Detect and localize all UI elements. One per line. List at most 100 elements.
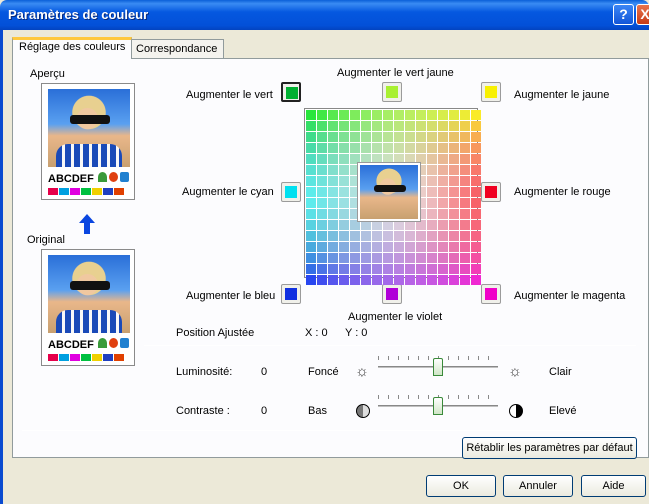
color-grid-cell[interactable] — [328, 110, 338, 120]
color-grid-cell[interactable] — [427, 209, 437, 219]
close-button[interactable]: X — [636, 4, 649, 25]
color-grid-cell[interactable] — [438, 275, 448, 285]
ok-button[interactable]: OK — [426, 475, 496, 497]
color-grid-cell[interactable] — [394, 253, 404, 263]
color-grid-cell[interactable] — [306, 143, 316, 153]
color-grid-cell[interactable] — [405, 143, 415, 153]
color-grid-cell[interactable] — [405, 264, 415, 274]
color-grid-cell[interactable] — [317, 132, 327, 142]
color-grid-cell[interactable] — [405, 253, 415, 263]
color-grid-cell[interactable] — [361, 220, 371, 230]
color-grid-cell[interactable] — [317, 187, 327, 197]
reset-defaults-button[interactable]: Rétablir les paramètres par défaut — [462, 437, 637, 459]
color-grid-cell[interactable] — [361, 264, 371, 274]
color-grid-cell[interactable] — [427, 110, 437, 120]
color-grid-cell[interactable] — [328, 165, 338, 175]
color-grid-cell[interactable] — [306, 121, 316, 131]
color-grid-cell[interactable] — [471, 176, 481, 186]
color-grid-cell[interactable] — [383, 143, 393, 153]
color-grid-cell[interactable] — [394, 242, 404, 252]
color-grid-cell[interactable] — [438, 220, 448, 230]
color-grid-cell[interactable] — [328, 198, 338, 208]
color-grid-cell[interactable] — [372, 253, 382, 263]
color-grid-cell[interactable] — [394, 220, 404, 230]
color-grid-cell[interactable] — [449, 264, 459, 274]
color-grid-cell[interactable] — [449, 165, 459, 175]
color-grid-cell[interactable] — [427, 275, 437, 285]
color-grid-cell[interactable] — [317, 165, 327, 175]
contraste-slider[interactable] — [378, 395, 498, 415]
color-grid-cell[interactable] — [339, 154, 349, 164]
color-grid-cell[interactable] — [361, 110, 371, 120]
color-grid-cell[interactable] — [328, 242, 338, 252]
color-grid-cell[interactable] — [394, 132, 404, 142]
color-grid-cell[interactable] — [317, 275, 327, 285]
color-grid-cell[interactable] — [416, 275, 426, 285]
color-grid-cell[interactable] — [449, 110, 459, 120]
color-grid-cell[interactable] — [405, 121, 415, 131]
tab-correspondance[interactable]: Correspondance — [129, 39, 225, 60]
color-grid-cell[interactable] — [394, 264, 404, 274]
color-grid-cell[interactable] — [350, 275, 360, 285]
color-grid-cell[interactable] — [339, 209, 349, 219]
color-grid-cell[interactable] — [383, 110, 393, 120]
color-grid-cell[interactable] — [427, 198, 437, 208]
color-grid-cell[interactable] — [306, 242, 316, 252]
color-grid-cell[interactable] — [383, 220, 393, 230]
color-grid-cell[interactable] — [471, 154, 481, 164]
color-grid-cell[interactable] — [438, 198, 448, 208]
color-grid-cell[interactable] — [317, 242, 327, 252]
color-grid-cell[interactable] — [317, 154, 327, 164]
color-grid-cell[interactable] — [317, 231, 327, 241]
color-grid-cell[interactable] — [350, 121, 360, 131]
color-grid-cell[interactable] — [427, 253, 437, 263]
color-grid-cell[interactable] — [471, 198, 481, 208]
color-grid-cell[interactable] — [438, 242, 448, 252]
color-grid-cell[interactable] — [471, 275, 481, 285]
color-grid-cell[interactable] — [306, 110, 316, 120]
color-grid-cell[interactable] — [460, 110, 470, 120]
color-grid-cell[interactable] — [427, 231, 437, 241]
color-grid-cell[interactable] — [372, 220, 382, 230]
color-grid-cell[interactable] — [394, 143, 404, 153]
color-grid-cell[interactable] — [339, 110, 349, 120]
color-grid-cell[interactable] — [306, 187, 316, 197]
color-grid-cell[interactable] — [405, 132, 415, 142]
color-grid-cell[interactable] — [306, 165, 316, 175]
color-grid-cell[interactable] — [427, 132, 437, 142]
color-grid-cell[interactable] — [438, 143, 448, 153]
color-grid-cell[interactable] — [328, 176, 338, 186]
color-grid-cell[interactable] — [350, 253, 360, 263]
color-grid-cell[interactable] — [306, 264, 316, 274]
color-grid-cell[interactable] — [427, 264, 437, 274]
color-grid-cell[interactable] — [383, 275, 393, 285]
color-grid-cell[interactable] — [416, 143, 426, 153]
color-grid-cell[interactable] — [438, 121, 448, 131]
color-grid-cell[interactable] — [460, 198, 470, 208]
color-grid-cell[interactable] — [350, 220, 360, 230]
color-grid-cell[interactable] — [339, 176, 349, 186]
color-grid-cell[interactable] — [317, 121, 327, 131]
color-grid-cell[interactable] — [460, 132, 470, 142]
increase-yellow-button[interactable] — [481, 82, 501, 102]
color-grid-cell[interactable] — [416, 264, 426, 274]
color-grid-cell[interactable] — [372, 242, 382, 252]
color-grid-cell[interactable] — [471, 209, 481, 219]
color-grid-cell[interactable] — [394, 110, 404, 120]
color-grid-cell[interactable] — [471, 110, 481, 120]
color-grid-cell[interactable] — [339, 198, 349, 208]
color-grid-cell[interactable] — [350, 132, 360, 142]
color-grid-cell[interactable] — [449, 275, 459, 285]
color-grid-cell[interactable] — [416, 110, 426, 120]
color-grid-cell[interactable] — [350, 231, 360, 241]
color-grid-cell[interactable] — [416, 121, 426, 131]
color-grid-cell[interactable] — [361, 143, 371, 153]
color-grid-cell[interactable] — [328, 209, 338, 219]
color-grid-cell[interactable] — [438, 176, 448, 186]
color-grid-cell[interactable] — [394, 121, 404, 131]
color-grid-cell[interactable] — [438, 165, 448, 175]
color-grid-cell[interactable] — [372, 132, 382, 142]
color-grid-cell[interactable] — [350, 110, 360, 120]
color-grid-cell[interactable] — [427, 154, 437, 164]
color-grid-cell[interactable] — [383, 121, 393, 131]
